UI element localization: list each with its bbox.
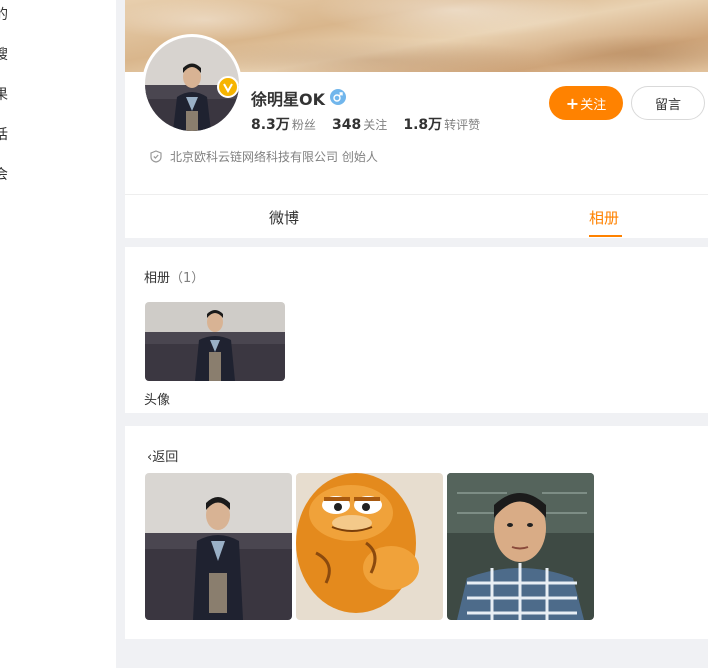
followers-count: 8.3万 [251, 117, 290, 133]
album-name[interactable]: 头像 [144, 389, 170, 408]
album-title-text: 相册 [144, 271, 171, 286]
sidebar-item[interactable]: 话 [0, 124, 14, 144]
sidebar-item[interactable]: 果 [0, 84, 14, 104]
followers-stat[interactable]: 8.3万 粉丝 [251, 114, 316, 134]
verified-badge-icon [217, 76, 239, 98]
interactions-label: 转评赞 [444, 118, 481, 132]
sidebar-item[interactable]: 会 [0, 164, 14, 184]
profile-description: 北京欧科云链网络科技有限公司 创始人 [150, 148, 378, 165]
divider [125, 194, 708, 195]
album-section-title: 相册（1） [144, 267, 204, 286]
following-label: 关注 [363, 118, 388, 132]
sidebar-item[interactable]: 搜 [0, 44, 14, 64]
photo-thumbnail[interactable] [447, 473, 594, 620]
message-label: 留言 [654, 97, 681, 113]
back-label: 返回 [152, 450, 179, 465]
message-button[interactable]: 留言 [631, 86, 705, 120]
album-cover-image [145, 302, 285, 381]
follow-button[interactable]: + 关注 [549, 86, 623, 120]
photo-thumbnail[interactable] [296, 473, 443, 620]
active-tab-indicator [589, 235, 622, 237]
plus-icon: + [565, 93, 580, 113]
followers-label: 粉丝 [291, 118, 316, 132]
album-count: （1） [170, 271, 205, 286]
album-section: 相册（1） 头像 [125, 247, 708, 413]
profile-stats: 8.3万 粉丝 348 关注 1.8万 转评赞 [251, 114, 492, 134]
tab-album[interactable]: 相册 [589, 207, 619, 228]
profile-name: 徐明星OK [251, 90, 326, 109]
profile-card: 徐明星OK 8.3万 粉丝 348 关注 1.8万 转评赞 + 关注 留言 北京欧科云链… [125, 0, 708, 238]
interactions-count: 1.8万 [403, 117, 443, 133]
back-link[interactable]: ‹返回 [147, 446, 178, 465]
photos-section: ‹返回 [125, 426, 708, 639]
sidebar-item[interactable]: 的 [0, 4, 14, 24]
description-text: 北京欧科云链网络科技有限公司 创始人 [170, 150, 378, 164]
interactions-stat[interactable]: 1.8万 转评赞 [403, 114, 480, 134]
album-cover[interactable] [145, 302, 285, 381]
shield-icon [150, 150, 162, 163]
left-sidebar: 的 搜 果 话 会 [0, 0, 116, 668]
male-icon [330, 89, 346, 105]
follow-label: 关注 [580, 97, 607, 113]
following-stat[interactable]: 348 关注 [332, 116, 387, 133]
following-count: 348 [331, 117, 362, 133]
photo-image [145, 473, 292, 620]
photo-image [447, 473, 594, 620]
tab-weibo[interactable]: 微博 [269, 207, 299, 228]
photo-image [296, 473, 443, 620]
photo-thumbnail[interactable] [145, 473, 292, 620]
